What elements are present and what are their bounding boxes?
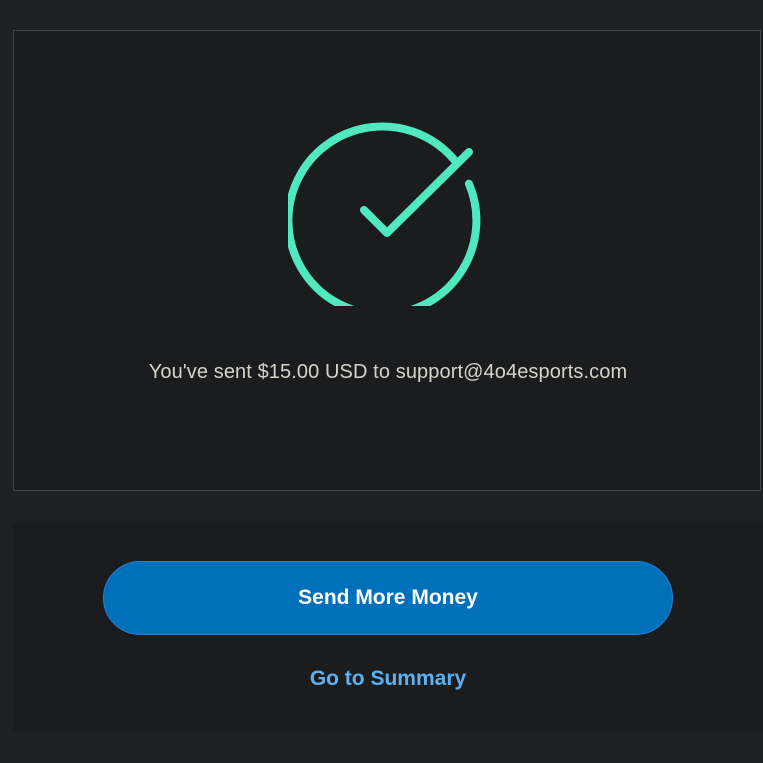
check-circle-icon bbox=[288, 106, 488, 306]
actions-panel: Send More Money Go to Summary bbox=[13, 523, 763, 731]
success-panel: You've sent $15.00 USD to support@4o4esp… bbox=[13, 30, 761, 491]
confirmation-message: You've sent $15.00 USD to support@4o4esp… bbox=[148, 361, 628, 383]
send-more-money-button[interactable]: Send More Money bbox=[103, 561, 673, 635]
go-to-summary-link[interactable]: Go to Summary bbox=[13, 667, 763, 691]
send-more-money-label: Send More Money bbox=[298, 586, 478, 609]
payment-confirmation-page: You've sent $15.00 USD to support@4o4esp… bbox=[0, 0, 763, 763]
